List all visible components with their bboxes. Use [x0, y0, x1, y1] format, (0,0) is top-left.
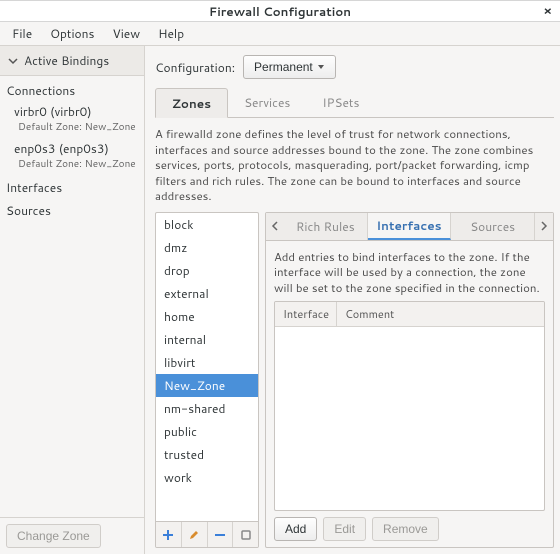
- sidebar-cat-connections[interactable]: Connections: [0, 78, 144, 101]
- tab-services[interactable]: Services: [228, 88, 306, 117]
- configuration-label: Configuration:: [155, 59, 235, 76]
- tab-ipsets[interactable]: IPSets: [306, 88, 375, 117]
- subtab-scroll-left[interactable]: [266, 213, 284, 240]
- zone-item[interactable]: work: [156, 466, 258, 489]
- tab-zones[interactable]: Zones: [155, 88, 228, 118]
- zone-item[interactable]: dmz: [156, 236, 258, 259]
- zone-details-panel: Rich Rules Interfaces Sources Add entrie…: [265, 212, 554, 548]
- chevron-down-icon: [8, 56, 18, 66]
- subtab-interfaces[interactable]: Interfaces: [368, 213, 452, 240]
- zone-item[interactable]: drop: [156, 259, 258, 282]
- details-footer: Add Edit Remove: [274, 511, 545, 541]
- menu-bar: File Options View Help: [0, 22, 560, 46]
- sidebar-header[interactable]: Active Bindings: [0, 46, 144, 76]
- zone-item[interactable]: libvirt: [156, 351, 258, 374]
- zone-subtabs: Rich Rules Interfaces Sources: [266, 213, 553, 241]
- zone-add-button[interactable]: [156, 522, 182, 547]
- pencil-icon: [188, 529, 200, 541]
- remove-button[interactable]: Remove: [372, 517, 439, 541]
- zone-item[interactable]: public: [156, 420, 258, 443]
- title-bar: Firewall Configuration ×: [0, 0, 560, 22]
- configuration-value: Permanent: [254, 60, 313, 74]
- sidebar-footer: Change Zone: [0, 518, 144, 554]
- zone-item[interactable]: external: [156, 282, 258, 305]
- col-comment[interactable]: Comment: [337, 302, 544, 326]
- menu-help[interactable]: Help: [154, 23, 188, 44]
- sidebar-body: Connections virbr0 (virbr0) Default Zone…: [0, 76, 144, 518]
- zone-edit-button[interactable]: [182, 522, 208, 547]
- interfaces-table[interactable]: Interface Comment: [274, 301, 545, 511]
- main-tabs: Zones Services IPSets: [155, 88, 554, 118]
- sidebar-conn-virbr0[interactable]: virbr0 (virbr0): [0, 101, 144, 120]
- window-title: Firewall Configuration: [209, 3, 351, 20]
- subtab-sources[interactable]: Sources: [451, 213, 535, 240]
- main-area: Active Bindings Connections virbr0 (virb…: [0, 46, 560, 554]
- col-interface[interactable]: Interface: [275, 302, 337, 326]
- sidebar-conn-enp0s3-sub: Default Zone: New_Zone: [0, 157, 144, 175]
- zone-list[interactable]: block dmz drop external home internal li…: [156, 213, 258, 521]
- chevron-right-icon: [540, 221, 548, 231]
- close-icon[interactable]: ×: [543, 5, 552, 17]
- zone-item[interactable]: block: [156, 213, 258, 236]
- zone-list-panel: block dmz drop external home internal li…: [155, 212, 259, 548]
- menu-view[interactable]: View: [108, 23, 144, 44]
- reset-icon: [240, 529, 252, 541]
- sidebar-header-label: Active Bindings: [24, 52, 109, 69]
- zone-toolbar: [156, 521, 258, 547]
- change-zone-button[interactable]: Change Zone: [6, 524, 101, 548]
- zone-item[interactable]: home: [156, 305, 258, 328]
- minus-icon: [214, 529, 226, 541]
- zone-item[interactable]: nm-shared: [156, 397, 258, 420]
- caret-down-icon: [317, 63, 325, 71]
- plus-icon: [162, 529, 174, 541]
- zone-description: A firewalld zone defines the level of tr…: [155, 118, 554, 212]
- subtab-rich-rules[interactable]: Rich Rules: [284, 213, 368, 240]
- subtab-scroll-right[interactable]: [535, 213, 553, 240]
- zone-defaults-button[interactable]: [233, 522, 258, 547]
- zone-item-selected[interactable]: New_Zone: [156, 374, 258, 397]
- zone-remove-button[interactable]: [208, 522, 234, 547]
- configuration-row: Configuration: Permanent: [155, 52, 554, 82]
- sidebar-cat-interfaces[interactable]: Interfaces: [0, 175, 144, 198]
- menu-file[interactable]: File: [8, 23, 36, 44]
- details-body: Add entries to bind interfaces to the zo…: [266, 241, 553, 547]
- sidebar-conn-enp0s3[interactable]: enp0s3 (enp0s3): [0, 138, 144, 157]
- zone-row: block dmz drop external home internal li…: [155, 212, 554, 548]
- content-pane: Configuration: Permanent Zones Services …: [145, 46, 560, 554]
- sidebar: Active Bindings Connections virbr0 (virb…: [0, 46, 145, 554]
- zone-item[interactable]: internal: [156, 328, 258, 351]
- interfaces-table-header: Interface Comment: [275, 302, 544, 327]
- sidebar-cat-sources[interactable]: Sources: [0, 198, 144, 221]
- menu-options[interactable]: Options: [46, 23, 98, 44]
- edit-button[interactable]: Edit: [323, 517, 366, 541]
- add-button[interactable]: Add: [274, 517, 317, 541]
- chevron-left-icon: [271, 221, 279, 231]
- sidebar-conn-virbr0-sub: Default Zone: New_Zone: [0, 120, 144, 138]
- interfaces-description: Add entries to bind interfaces to the zo…: [274, 247, 545, 302]
- configuration-dropdown[interactable]: Permanent: [243, 55, 336, 79]
- zone-item[interactable]: trusted: [156, 443, 258, 466]
